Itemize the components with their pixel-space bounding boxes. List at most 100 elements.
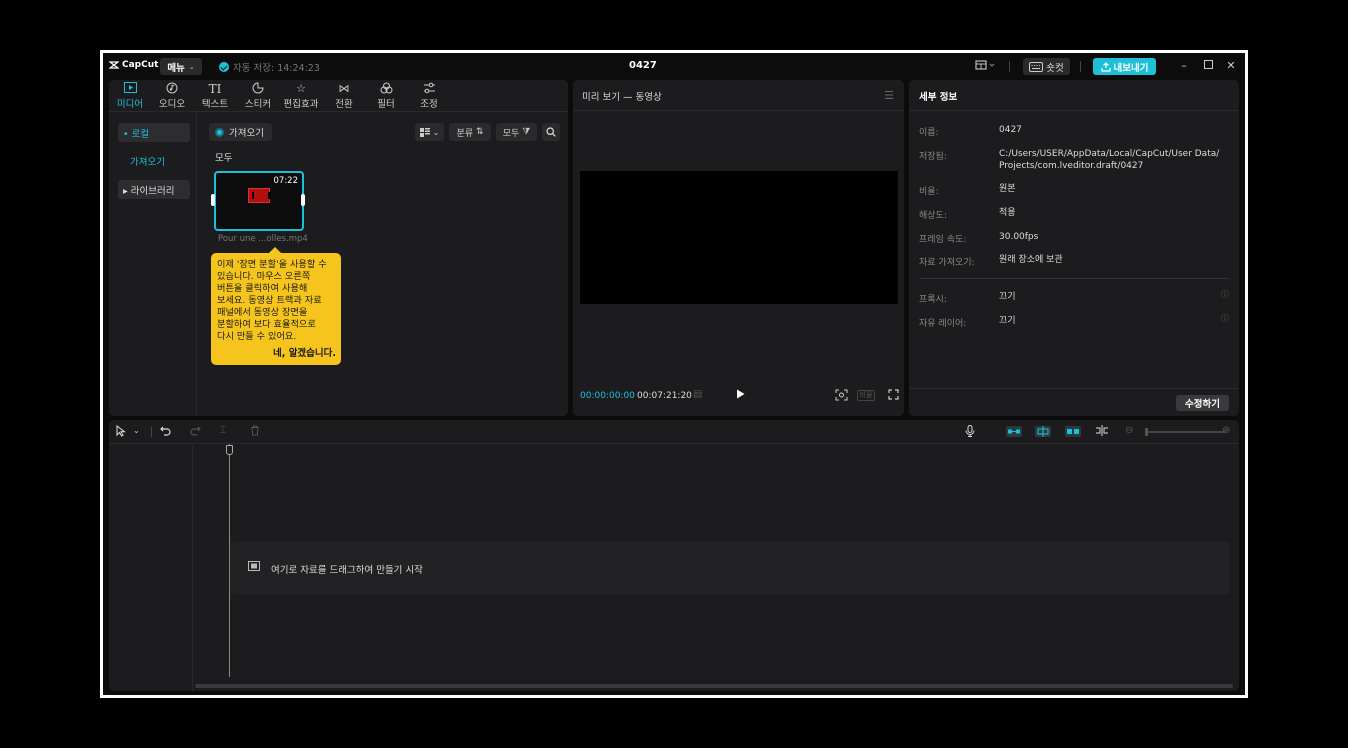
detail-value: C:/Users/USER/AppData/Local/CapCut/User … [999, 149, 1220, 159]
tab-label: 미디어 [116, 99, 144, 110]
export-button[interactable]: 내보내기 [1093, 58, 1156, 75]
search-button[interactable] [542, 123, 560, 141]
menu-label: 메뉴 [167, 62, 185, 74]
sort-button[interactable]: 분류 ⇅ [449, 123, 491, 141]
shortcut-button[interactable]: 숏컷 [1023, 58, 1070, 75]
tab-filter[interactable]: 필터 [366, 82, 406, 110]
info-icon[interactable]: ⓘ [1221, 313, 1229, 324]
shortcut-label: 숏컷 [1046, 62, 1064, 74]
search-icon [546, 127, 556, 137]
split-icon[interactable]: ⌶ [220, 425, 226, 436]
detail-label: 자유 레이어: [919, 319, 967, 329]
maximize-icon[interactable] [1201, 59, 1215, 72]
microphone-icon[interactable] [965, 425, 975, 440]
drop-zone[interactable]: 여기로 자료를 드래그하여 만들기 시작 [230, 542, 1230, 594]
fullscreen-icon[interactable] [888, 389, 899, 403]
tooltip-ok-button[interactable]: 네, 알겠습니다. [273, 348, 336, 360]
preview-axis-icon[interactable] [1095, 425, 1109, 439]
zoom-slider-handle[interactable] [1145, 428, 1148, 436]
import-label: 가져오기 [229, 128, 264, 139]
chevron-down-icon: ⌄ [432, 127, 440, 137]
separator [1080, 61, 1081, 72]
tab-label: 오디오 [158, 99, 186, 110]
tab-transition[interactable]: ⋈ 전환 [324, 82, 364, 110]
timeline-scrollbar[interactable] [195, 684, 1233, 688]
tooltip-line: 다시 만들 수 있어요. [217, 331, 297, 342]
tab-label: 필터 [377, 99, 395, 110]
divider [919, 278, 1229, 279]
video-canvas[interactable] [580, 171, 898, 304]
media-panel: 미디어 오디오 TI 텍스트 스티커 ☆ 편집효과 ⋈ 전환 필터 조정 • 로… [109, 80, 568, 416]
close-icon[interactable]: ✕ [1224, 59, 1238, 72]
zoom-in-icon[interactable]: ⊕ [1222, 425, 1230, 436]
sidebar-item-import[interactable]: 가져오기 [118, 151, 190, 170]
details-header: 세부 정보 [909, 80, 1239, 111]
timeline-panel: ⌄ ⌶ ⊖ ⊕ 여기로 자료를 드래그하여 만들기 시작 [109, 420, 1239, 691]
auto-snap-icon[interactable] [1035, 426, 1051, 440]
detail-value: 원본 [999, 184, 1016, 194]
sort-label: 분류 [456, 128, 473, 139]
waveform-icon[interactable]: ▤ [693, 389, 702, 400]
details-title: 세부 정보 [919, 92, 958, 103]
view-toggle-button[interactable]: ⌄ [415, 123, 444, 141]
tab-sticker[interactable]: 스티커 [238, 82, 278, 110]
select-tool-icon[interactable] [116, 424, 126, 440]
info-icon[interactable]: ⓘ [1221, 289, 1229, 300]
track-header-column [109, 445, 193, 691]
import-icon [215, 127, 224, 137]
drop-hint-text: 여기로 자료를 드래그하여 만들기 시작 [271, 565, 423, 576]
tab-text[interactable]: TI 텍스트 [195, 82, 235, 110]
playhead-handle[interactable] [226, 445, 233, 455]
preview-panel: 미리 보기 — 동영상 ☰ 00:00:00:00 00:07:21:20 ▤ … [573, 80, 904, 416]
adjust-icon [409, 82, 449, 96]
layout-icon[interactable] [975, 59, 997, 73]
filter-label: 모두 [502, 128, 520, 139]
detail-label: 자료 가져오기: [919, 258, 975, 268]
capcut-logo-icon [109, 61, 119, 69]
fit-screen-icon[interactable] [835, 389, 848, 404]
tab-audio[interactable]: 오디오 [152, 82, 192, 110]
sidebar-item-library[interactable]: ▸ 라이브러리 [118, 180, 190, 199]
undo-icon[interactable] [160, 425, 171, 439]
tab-effects[interactable]: ☆ 편집효과 [281, 82, 321, 110]
separator [151, 427, 152, 437]
ratio-button[interactable]: 비율 [857, 390, 875, 401]
sidebar-item-local[interactable]: • 로컬 [118, 123, 190, 142]
preview-title: 미리 보기 — 동영상 [582, 92, 662, 103]
thumbnail-image [248, 188, 270, 203]
sticker-icon [238, 82, 278, 96]
minimize-icon[interactable]: – [1177, 59, 1191, 72]
modify-button[interactable]: 수정하기 [1176, 395, 1229, 411]
main-track-magnet-icon[interactable] [1006, 426, 1022, 440]
detail-value: 30.00fps [999, 232, 1039, 242]
redo-icon[interactable] [190, 425, 201, 439]
preview-header: 미리 보기 — 동영상 ☰ [573, 80, 904, 111]
tooltip-line: 있습니다. 마우스 오른쪽 [217, 271, 311, 282]
detail-value: 끄기 [999, 292, 1016, 302]
funnel-icon: ⧩ [522, 127, 531, 137]
tab-label: 조정 [420, 99, 438, 110]
chevron-down-icon[interactable]: ⌄ [133, 426, 140, 435]
tooltip-line: 버튼을 클릭하여 사용해 [217, 283, 308, 294]
tab-media[interactable]: 미디어 [110, 82, 150, 110]
play-icon[interactable] [736, 389, 745, 402]
tab-adjust[interactable]: 조정 [409, 82, 449, 110]
import-button[interactable]: 가져오기 [209, 123, 272, 141]
tab-label: 텍스트 [201, 99, 229, 110]
detail-value: 0427 [999, 125, 1022, 135]
media-clip-thumbnail[interactable]: 07:22 [214, 171, 304, 231]
capcut-logo: CapCut [109, 60, 158, 70]
linkage-icon[interactable] [1065, 426, 1081, 440]
filter-button[interactable]: 모두 ⧩ [496, 123, 537, 141]
menu-icon[interactable]: ☰ [884, 89, 894, 102]
separator [1009, 61, 1010, 72]
tooltip-line: 패널에서 동영상 장면을 [217, 307, 308, 318]
sort-icon: ⇅ [476, 127, 484, 137]
zoom-slider[interactable] [1145, 428, 1225, 436]
tab-label: 전환 [335, 99, 353, 110]
filter-icon [366, 82, 406, 96]
delete-icon[interactable] [250, 425, 260, 439]
media-tabs: 미디어 오디오 TI 텍스트 스티커 ☆ 편집효과 ⋈ 전환 필터 조정 [109, 80, 568, 112]
zoom-out-icon[interactable]: ⊖ [1125, 425, 1133, 436]
menu-button[interactable]: 메뉴 ⌄ [160, 58, 202, 75]
